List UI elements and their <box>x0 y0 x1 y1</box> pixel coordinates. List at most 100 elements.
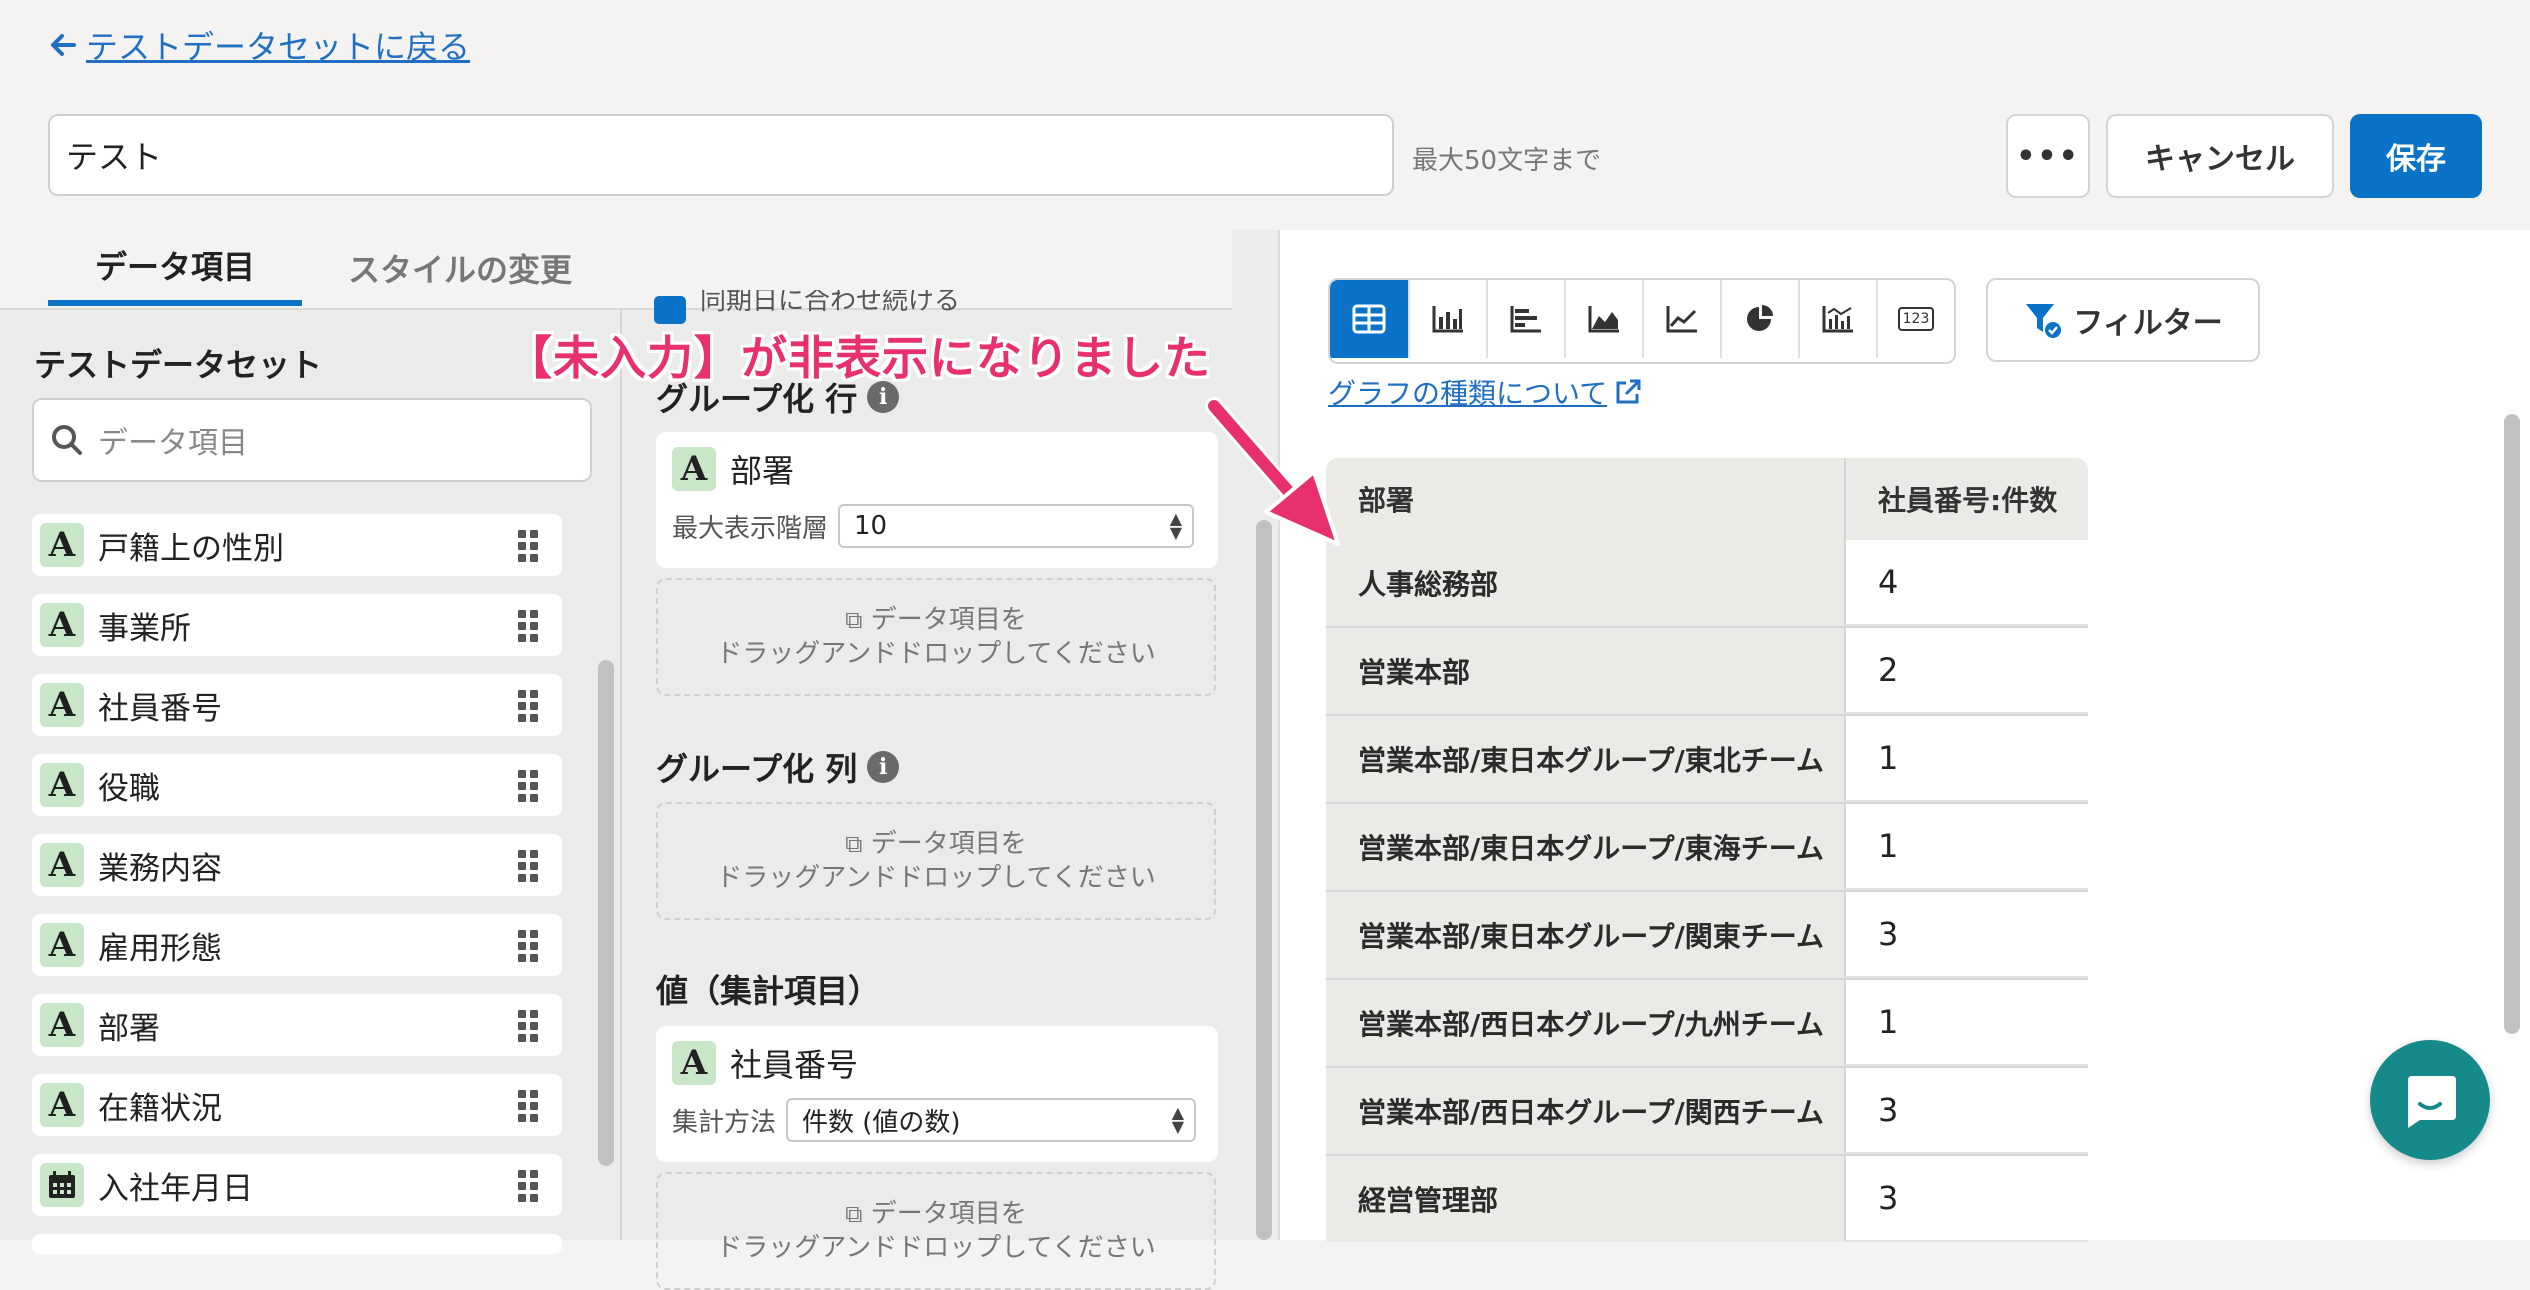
row-divider <box>1326 626 2088 628</box>
table-cell: 1 <box>1844 980 2088 1066</box>
more-options-button[interactable]: ••• <box>2006 114 2090 198</box>
drag-handle-icon[interactable] <box>518 1090 538 1122</box>
drag-handle-icon[interactable] <box>518 690 538 722</box>
row-header: 営業本部/西日本グループ/関西チーム <box>1326 1068 1844 1154</box>
depth-value: 10 <box>854 511 888 541</box>
drag-handle-icon[interactable] <box>518 850 538 882</box>
drop-icon: ⧉ <box>845 606 863 634</box>
drag-handle-icon[interactable] <box>518 530 538 562</box>
preview-scrollbar[interactable] <box>2504 414 2520 1034</box>
select-arrows-icon: ▲ ▼ <box>1171 1103 1185 1136</box>
field-search-input[interactable]: データ項目 <box>32 398 592 482</box>
field-item[interactable]: A 部署 <box>32 994 562 1056</box>
field-label: 在籍状況 <box>98 1090 222 1127</box>
horizontal-bar-icon[interactable] <box>1486 280 1564 358</box>
back-link-label: テストデータセットに戻る <box>86 28 471 66</box>
tab-data-fields[interactable]: データ項目 <box>48 230 302 306</box>
depth-select[interactable]: 10 ▲ ▼ <box>838 504 1195 548</box>
field-label: 戸籍上の性別 <box>98 530 284 567</box>
field-list-scrollbar[interactable] <box>598 660 614 1166</box>
field-item[interactable]: A 役職 <box>32 754 562 816</box>
group-col-title: グループ化 列 i <box>656 744 900 790</box>
row-divider <box>1326 1066 2088 1068</box>
values-card: A 社員番号 集計方法 件数 (値の数) ▲ ▼ <box>656 1026 1218 1162</box>
back-link[interactable]: テストデータセットに戻る <box>48 22 470 68</box>
text-type-icon: A <box>40 923 84 967</box>
group-col-title-text: グループ化 列 <box>656 750 858 788</box>
drag-handle-icon[interactable] <box>518 1010 538 1042</box>
field-label: 社員番号 <box>98 690 222 727</box>
drop-icon: ⧉ <box>845 1200 863 1228</box>
annotation-text: 【未入力】が非表示になりました <box>506 331 1211 385</box>
chart-type-tabs: 123 <box>1328 278 1956 364</box>
bar-chart-icon[interactable] <box>1408 280 1486 358</box>
drag-handle-icon[interactable] <box>518 770 538 802</box>
field-item[interactable]: A 戸籍上の性別 <box>32 514 562 576</box>
drag-handle-icon[interactable] <box>518 930 538 962</box>
row-header: 営業本部 <box>1326 628 1844 714</box>
field-item[interactable]: 入社年月日 <box>32 1154 562 1216</box>
field-item[interactable]: A 在籍状況 <box>32 1074 562 1136</box>
filter-button[interactable]: フィルター <box>1986 278 2260 362</box>
drag-handle-icon[interactable] <box>518 1170 538 1202</box>
dropzone-line2: ドラッグアンドドロップしてください <box>716 639 1156 669</box>
row-header: 人事総務部 <box>1326 540 1844 626</box>
depth-label: 最大表示階層 <box>672 513 829 544</box>
row-header: 営業本部/東日本グループ/東北チーム <box>1326 716 1844 802</box>
group-row-dropzone[interactable]: ⧉ データ項目を ドラッグアンドドロップしてください <box>656 578 1216 696</box>
values-dropzone[interactable]: ⧉ データ項目を ドラッグアンドドロップしてください <box>656 1172 1216 1290</box>
text-type-icon: A <box>40 1083 84 1127</box>
field-label: 部署 <box>98 1010 160 1047</box>
drag-handle-icon[interactable] <box>518 610 538 642</box>
dropzone-line1: データ項目を <box>870 829 1027 859</box>
table-icon[interactable] <box>1330 280 1408 358</box>
chat-support-button[interactable] <box>2370 1040 2490 1160</box>
select-arrows-icon: ▲ ▼ <box>1169 509 1183 542</box>
tab-style[interactable]: スタイルの変更 <box>340 230 580 306</box>
pie-chart-icon[interactable] <box>1720 280 1798 358</box>
field-item[interactable] <box>32 1234 562 1254</box>
save-button[interactable]: 保存 <box>2350 114 2482 198</box>
field-label: 業務内容 <box>98 850 222 887</box>
combo-chart-icon[interactable] <box>1798 280 1876 358</box>
field-label: 入社年月日 <box>98 1170 253 1207</box>
table-cell: 1 <box>1844 804 2088 890</box>
cancel-button[interactable]: キャンセル <box>2106 114 2334 198</box>
row-header: 営業本部/西日本グループ/九州チーム <box>1326 980 1844 1066</box>
area-chart-icon[interactable] <box>1564 280 1642 358</box>
values-title-text: 値（集計項目） <box>656 972 881 1010</box>
sync-checkbox[interactable] <box>654 296 686 324</box>
dataset-title: テストデータセット <box>34 346 323 384</box>
number-icon[interactable]: 123 <box>1876 280 1954 358</box>
field-item[interactable]: A 業務内容 <box>32 834 562 896</box>
report-title-value: テスト <box>66 138 163 176</box>
field-item[interactable]: A 雇用形態 <box>32 914 562 976</box>
search-icon <box>52 425 82 455</box>
chat-icon <box>2408 1076 2456 1128</box>
row-header: 営業本部/東日本グループ/関東チーム <box>1326 892 1844 978</box>
annotation-arrow-icon <box>1205 397 1340 546</box>
row-divider <box>1326 978 2088 980</box>
field-item[interactable]: A 事業所 <box>32 594 562 656</box>
field-label: 雇用形態 <box>98 930 222 967</box>
report-title-input[interactable]: テスト <box>48 114 1394 196</box>
dropzone-line1: データ項目を <box>870 605 1027 635</box>
text-type-icon: A <box>40 763 84 807</box>
chart-help-link[interactable]: グラフの種類について <box>1328 372 1643 412</box>
row-divider <box>1326 1154 2088 1156</box>
pivot-table: 部署 社員番号:件数 人事総務部 4 営業本部 2 営業本部/東日本グループ/東… <box>1326 458 2088 1242</box>
line-chart-icon[interactable] <box>1642 280 1720 358</box>
info-icon[interactable]: i <box>867 751 900 783</box>
column-header[interactable]: 社員番号:件数 <box>1844 458 2088 540</box>
number-icon-label: 123 <box>1897 307 1935 331</box>
calendar-icon <box>40 1163 84 1207</box>
row-header: 経営管理部 <box>1326 1156 1844 1242</box>
agg-select[interactable]: 件数 (値の数) ▲ ▼ <box>786 1098 1197 1142</box>
table-cell: 3 <box>1844 1068 2088 1154</box>
column-header[interactable]: 部署 <box>1326 458 1844 540</box>
field-item[interactable]: A 社員番号 <box>32 674 562 736</box>
table-cell: 3 <box>1844 1156 2088 1242</box>
group-col-dropzone[interactable]: ⧉ データ項目を ドラッグアンドドロップしてください <box>656 802 1216 920</box>
config-scrollbar[interactable] <box>1256 520 1272 1240</box>
char-limit-hint: 最大50文字まで <box>1412 146 1602 176</box>
